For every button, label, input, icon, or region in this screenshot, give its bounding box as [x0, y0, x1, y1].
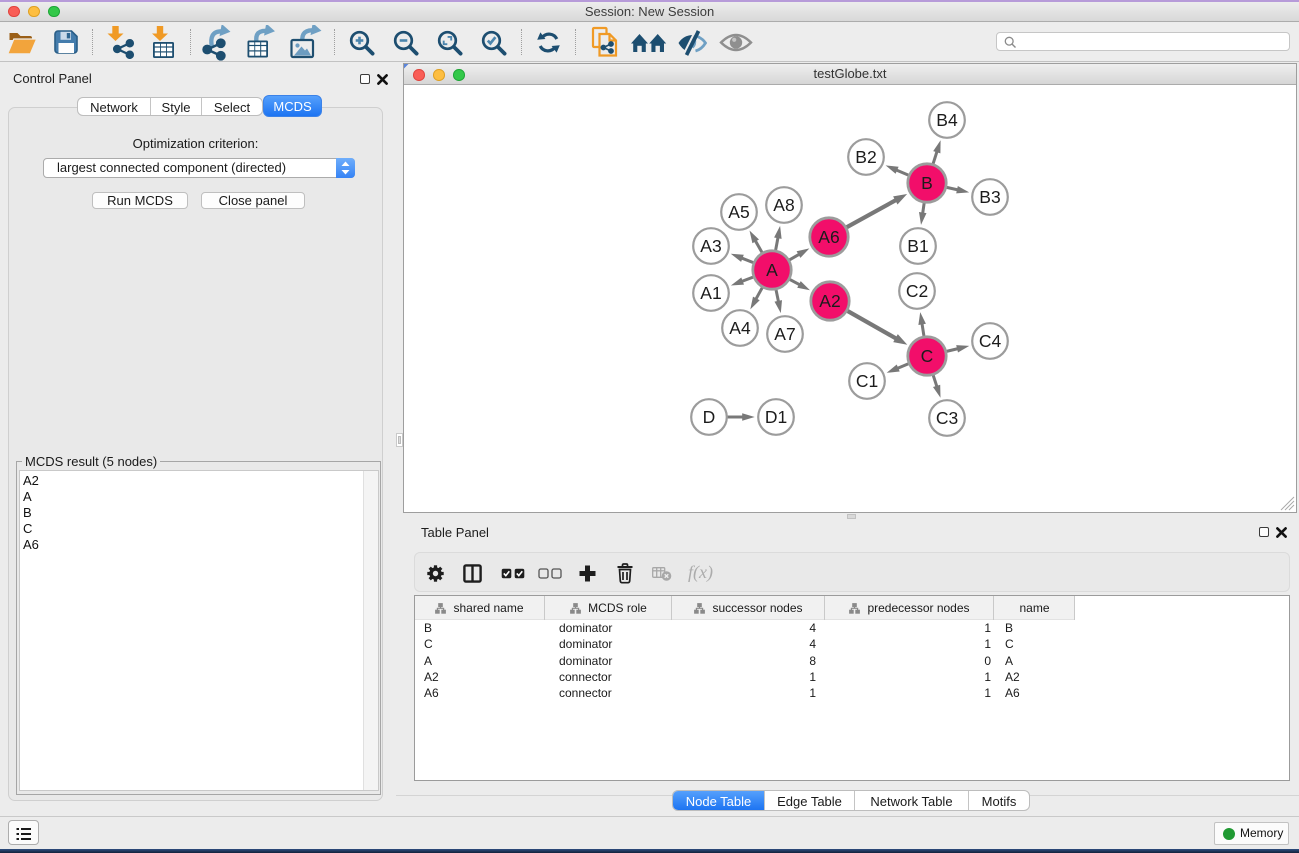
svg-text:D1: D1	[765, 407, 787, 427]
svg-text:A: A	[766, 260, 778, 280]
svg-text:A8: A8	[773, 195, 794, 215]
svg-text:A3: A3	[700, 236, 721, 256]
svg-text:C4: C4	[979, 331, 1002, 351]
svg-text:D: D	[703, 407, 716, 427]
svg-text:B4: B4	[936, 110, 958, 130]
svg-text:B2: B2	[855, 147, 876, 167]
svg-text:A4: A4	[729, 318, 751, 338]
svg-text:C1: C1	[856, 371, 878, 391]
svg-text:A2: A2	[819, 291, 840, 311]
svg-text:A6: A6	[818, 227, 839, 247]
svg-text:B1: B1	[907, 236, 928, 256]
svg-text:C: C	[921, 346, 934, 366]
svg-text:C3: C3	[936, 408, 958, 428]
svg-text:B: B	[921, 173, 933, 193]
svg-text:A1: A1	[700, 283, 721, 303]
svg-text:C2: C2	[906, 281, 928, 301]
svg-text:A5: A5	[728, 202, 749, 222]
svg-text:B3: B3	[979, 187, 1000, 207]
svg-text:A7: A7	[774, 324, 795, 344]
